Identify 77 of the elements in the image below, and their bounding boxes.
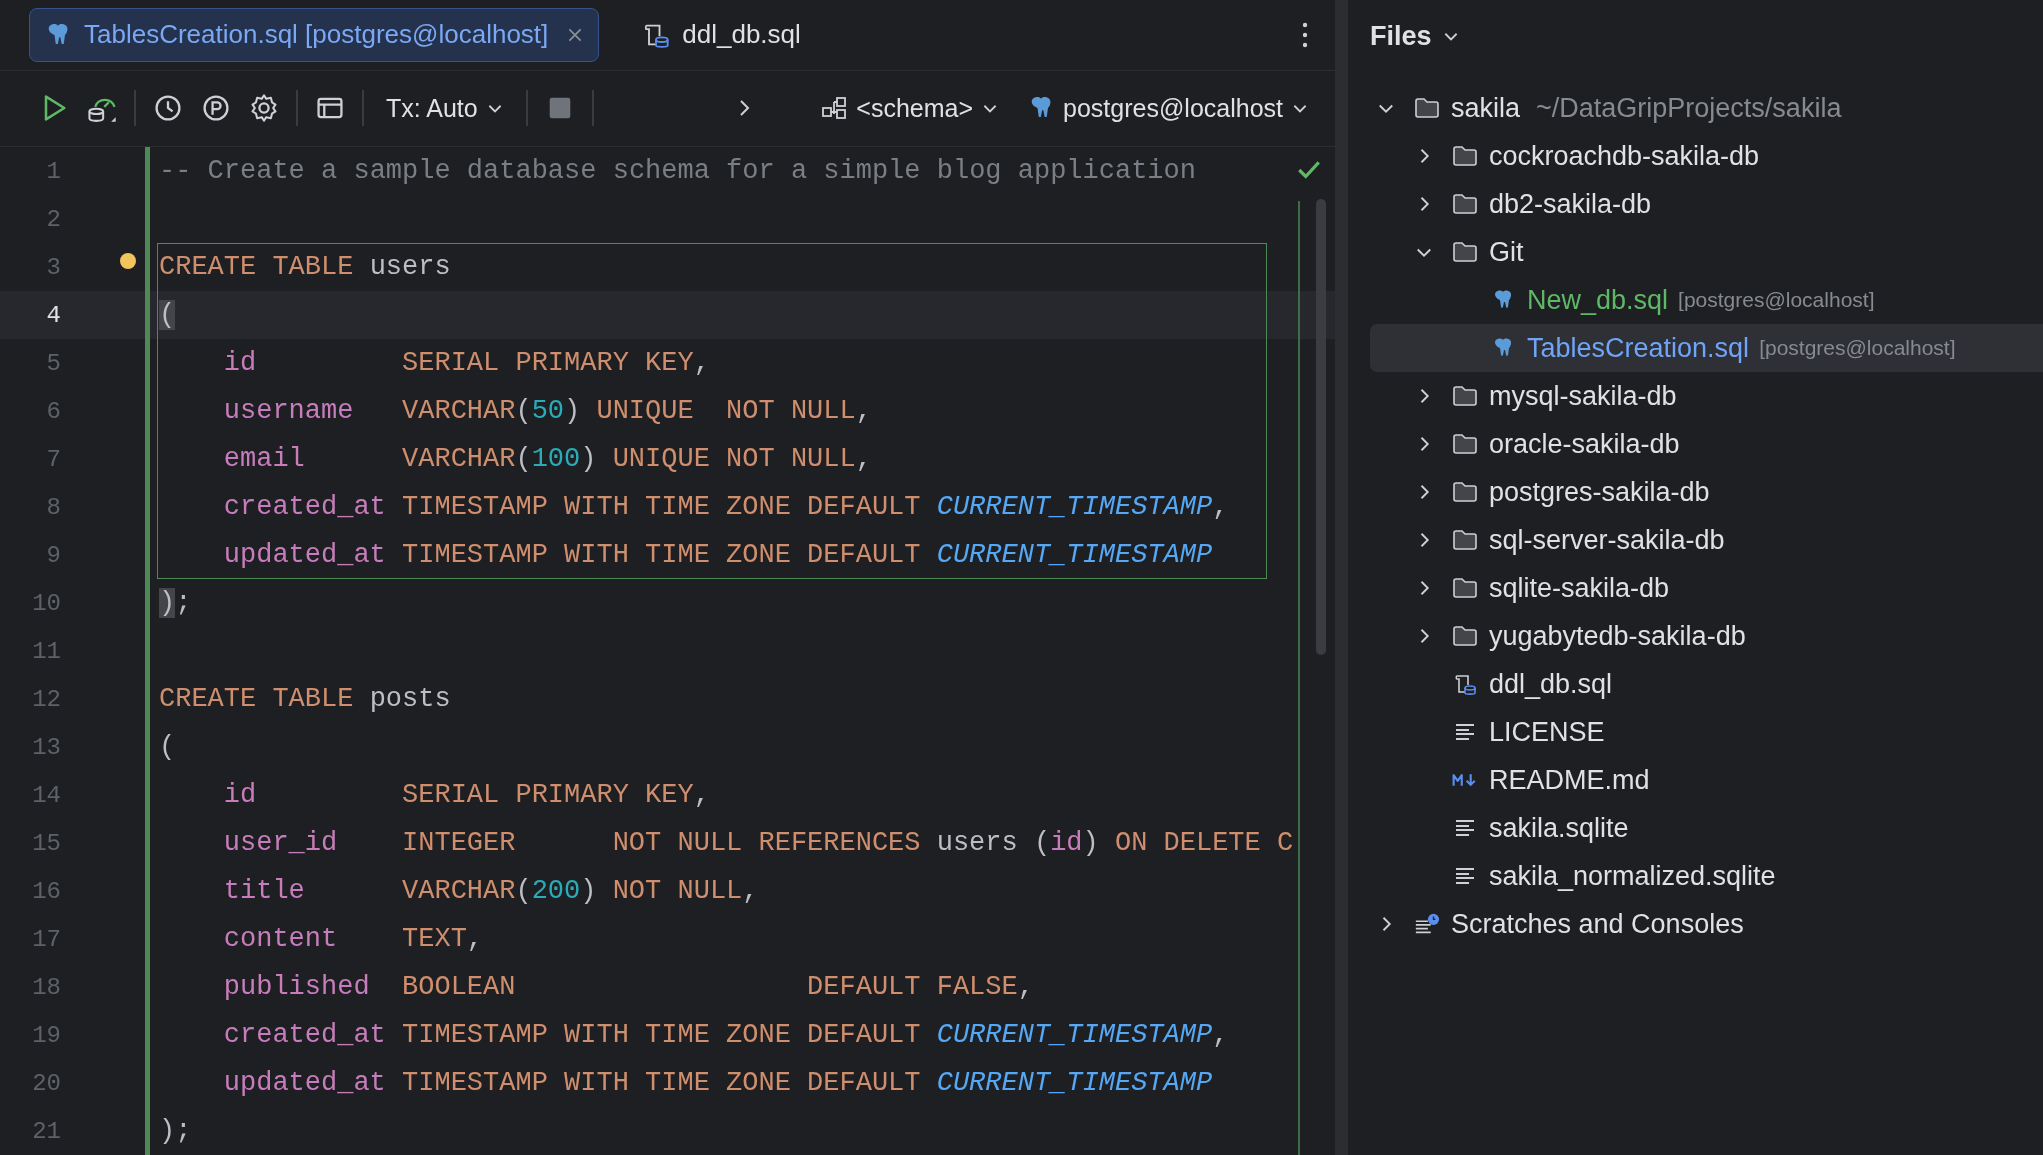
- tree-item[interactable]: TablesCreation.sql [postgres@localhost]: [1370, 324, 2043, 372]
- tree-item[interactable]: README.md: [1370, 756, 2043, 804]
- line-number: 2: [45, 205, 61, 233]
- scratches-icon: [1414, 912, 1440, 936]
- tree-item[interactable]: New_db.sql [postgres@localhost]: [1370, 276, 2043, 324]
- tree-item[interactable]: sakila_normalized.sqlite: [1370, 852, 2043, 900]
- line-number: 3: [45, 253, 61, 281]
- tree-item[interactable]: Scratches and Consoles: [1370, 900, 2043, 948]
- editor-tab[interactable]: ddl_db.sql: [627, 7, 816, 62]
- folder-icon: [1452, 432, 1478, 456]
- code-line: id SERIAL PRIMARY KEY,: [223, 780, 710, 810]
- folder-icon: [1452, 624, 1478, 648]
- schema-dropdown[interactable]: <schema>: [814, 93, 1006, 123]
- folder-icon: [1414, 96, 1440, 120]
- line-number: 20: [31, 1069, 61, 1097]
- tree-item[interactable]: sqlite-sakila-db: [1370, 564, 2043, 612]
- code-line: published BOOLEAN DEFAULT FALSE,: [223, 972, 1034, 1002]
- code-line: username VARCHAR(50) UNIQUE NOT NULL,: [223, 396, 872, 426]
- editor-tab[interactable]: TablesCreation.sql [postgres@localhost]: [29, 7, 600, 62]
- code-line: created_at TIMESTAMP WITH TIME ZONE DEFAULT CURRENT_TIMESTAMP,: [223, 492, 1229, 522]
- line-number: 13: [31, 733, 61, 761]
- code-line: email VARCHAR(100) UNIQUE NOT NULL,: [223, 444, 872, 474]
- folder-icon: [1452, 240, 1478, 264]
- line-number: 7: [45, 445, 61, 473]
- code-line: (: [159, 732, 176, 762]
- transaction-dropdown[interactable]: Tx: Auto: [380, 93, 510, 123]
- code-line: content TEXT,: [223, 924, 484, 954]
- code-line: id SERIAL PRIMARY KEY,: [223, 348, 710, 378]
- line-number: 5: [45, 349, 61, 377]
- tree-item[interactable]: Git: [1370, 228, 2043, 276]
- datasource-dropdown[interactable]: postgres@localhost: [1021, 93, 1315, 123]
- code-line: CREATE TABLE users: [159, 252, 451, 282]
- folder-icon: [1452, 480, 1478, 504]
- line-number: 14: [31, 781, 61, 809]
- lightbulb-icon[interactable]: [118, 251, 138, 271]
- line-number: 8: [45, 493, 61, 521]
- tree-item[interactable]: postgres-sakila-db: [1370, 468, 2043, 516]
- folder-icon: [1452, 384, 1478, 408]
- line-number: 12: [31, 685, 61, 713]
- code-line: title VARCHAR(200) NOT NULL,: [223, 876, 759, 906]
- code-line: CREATE TABLE posts: [159, 684, 451, 714]
- tree-item[interactable]: oracle-sakila-db: [1370, 420, 2043, 468]
- tree-item[interactable]: yugabytedb-sakila-db: [1370, 612, 2043, 660]
- code-line: -- Create a sample database schema for a simple blog application: [159, 156, 1196, 186]
- line-number: 6: [45, 397, 61, 425]
- tree-item[interactable]: cockroachdb-sakila-db: [1370, 132, 2043, 180]
- line-number: 18: [31, 973, 61, 1001]
- line-number: 17: [31, 925, 61, 953]
- line-number: 21: [31, 1117, 61, 1145]
- line-number: 9: [45, 541, 61, 569]
- tree-item[interactable]: ddl_db.sql: [1370, 660, 2043, 708]
- tree-item[interactable]: db2-sakila-db: [1370, 180, 2043, 228]
- folder-icon: [1452, 576, 1478, 600]
- code-line: );: [159, 1116, 192, 1146]
- code-line: user_id INTEGER NOT NULL REFERENCES users (id) ON DELETE C: [223, 828, 1294, 858]
- script-database-icon: [1452, 672, 1478, 696]
- line-number: 15: [31, 829, 61, 857]
- line-number: 1: [45, 157, 61, 185]
- tree-item[interactable]: sakila ~/DataGripProjects/sakila: [1370, 84, 2043, 132]
- more-options-icon[interactable]: [1301, 20, 1309, 49]
- folder-icon: [1452, 528, 1478, 552]
- tree-item[interactable]: LICENSE: [1370, 708, 2043, 756]
- code-line: created_at TIMESTAMP WITH TIME ZONE DEFAULT CURRENT_TIMESTAMP,: [223, 1020, 1229, 1050]
- code-line: updated_at TIMESTAMP WITH TIME ZONE DEFAULT CURRENT_TIMESTAMP: [223, 540, 1213, 570]
- tree-item[interactable]: mysql-sakila-db: [1370, 372, 2043, 420]
- tree-item[interactable]: sakila.sqlite: [1370, 804, 2043, 852]
- scrollbar-thumb[interactable]: [1316, 199, 1326, 655]
- line-number: 4: [45, 301, 61, 329]
- folder-icon: [1452, 144, 1478, 168]
- folder-icon: [1452, 192, 1478, 216]
- code-line: updated_at TIMESTAMP WITH TIME ZONE DEFAULT CURRENT_TIMESTAMP: [223, 1068, 1213, 1098]
- panel-title-dropdown[interactable]: Files: [1370, 20, 1460, 52]
- line-number: 19: [31, 1021, 61, 1049]
- tree-item[interactable]: sql-server-sakila-db: [1370, 516, 2043, 564]
- line-number: 16: [31, 877, 61, 905]
- line-number: 10: [31, 589, 61, 617]
- line-number: 11: [31, 637, 61, 665]
